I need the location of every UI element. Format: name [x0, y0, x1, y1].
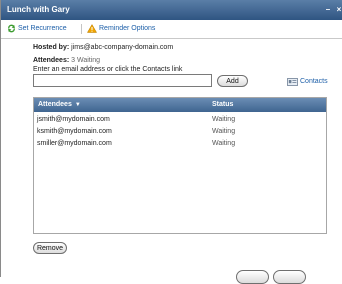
- close-button[interactable]: ×: [335, 0, 342, 20]
- attendees-column-header[interactable]: Attendees ▼: [38, 98, 81, 112]
- attendees-summary: Attendees: 3 Waiting: [33, 57, 100, 64]
- attendees-table: Attendees ▼ Status jsmith@mydomain.com Wa…: [33, 97, 327, 234]
- status-column-header[interactable]: Status: [212, 98, 233, 112]
- dialog-title: Lunch with Gary: [7, 5, 70, 14]
- email-instruction: Enter an email address or click the Cont…: [33, 66, 183, 73]
- footer-button-left[interactable]: [236, 270, 269, 284]
- attendee-status: Waiting: [212, 140, 236, 147]
- meeting-dialog: Lunch with Gary – × Set Recurrence Remin…: [0, 0, 342, 284]
- set-recurrence-label: Set Recurrence: [18, 25, 67, 32]
- contacts-label: Contacts: [300, 78, 328, 85]
- title-bar: Lunch with Gary – ×: [1, 0, 342, 20]
- address-card-icon: [287, 78, 298, 86]
- table-row[interactable]: ksmith@mydomain.com Waiting: [34, 126, 326, 138]
- table-row[interactable]: smiller@mydomain.com Waiting: [34, 138, 326, 150]
- set-recurrence-link[interactable]: Set Recurrence: [7, 23, 79, 35]
- hosted-by-label: Hosted by:: [33, 44, 70, 51]
- attendees-column-label: Attendees: [38, 101, 72, 108]
- add-button[interactable]: Add: [217, 75, 248, 87]
- table-row[interactable]: jsmith@mydomain.com Waiting: [34, 114, 326, 126]
- toolbar: Set Recurrence Reminder Options: [1, 20, 342, 39]
- sort-chevron-icon: ▼: [74, 102, 81, 108]
- hosted-by-line: Hosted by: jims@abc-company-domain.com: [33, 44, 173, 51]
- attendee-status: Waiting: [212, 116, 236, 123]
- attendees-label: Attendees:: [33, 57, 70, 64]
- attendee-email: jsmith@mydomain.com: [37, 116, 110, 123]
- reminder-options-label: Reminder Options: [99, 25, 156, 32]
- attendee-status: Waiting: [212, 128, 236, 135]
- warning-triangle-icon: [87, 24, 97, 33]
- email-input[interactable]: [33, 74, 212, 87]
- reminder-options-link[interactable]: Reminder Options: [87, 23, 167, 35]
- minimize-button[interactable]: –: [324, 0, 332, 20]
- attendees-waiting-count: 3 Waiting: [71, 57, 101, 64]
- recurrence-arrows-icon: [8, 24, 15, 33]
- remove-button[interactable]: Remove: [33, 242, 67, 254]
- attendee-email: smiller@mydomain.com: [37, 140, 112, 147]
- table-header: Attendees ▼ Status: [34, 98, 326, 112]
- host-email: jims@abc-company-domain.com: [71, 44, 174, 51]
- attendee-email: ksmith@mydomain.com: [37, 128, 112, 135]
- footer-button-right[interactable]: [273, 270, 306, 284]
- toolbar-divider: [81, 24, 82, 34]
